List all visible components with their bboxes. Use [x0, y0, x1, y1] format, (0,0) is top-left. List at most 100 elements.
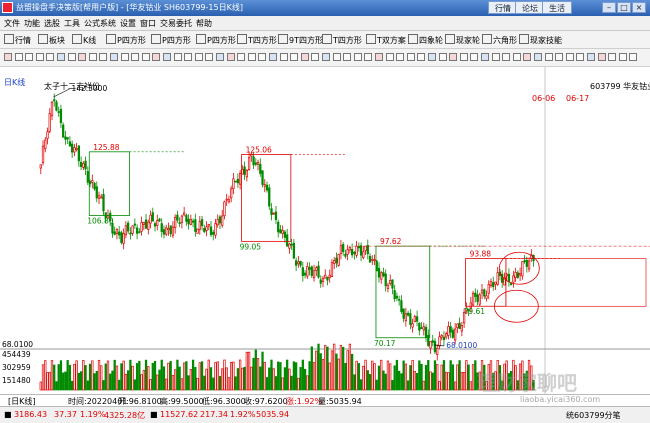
menu-formula[interactable]: 公式系统	[84, 18, 116, 29]
kline-chart[interactable]: 日K线 603799 华友钴业06-06 06-17太子十二吉祥份125.88106…	[0, 67, 650, 394]
tick-notice[interactable]: 统603799分笔	[566, 410, 621, 421]
drawing-tool-icon[interactable]	[14, 53, 23, 61]
drawing-tool-icon[interactable]	[46, 53, 55, 61]
drawing-tool-icon[interactable]	[353, 53, 362, 61]
drawing-tool-icon[interactable]	[491, 53, 500, 61]
drawing-tool-icon[interactable]	[364, 53, 373, 61]
drawing-tool-icon[interactable]	[534, 53, 542, 61]
toolbar-t4[interactable]: T双方案	[366, 34, 406, 46]
drawing-tool-icon[interactable]	[459, 53, 468, 61]
drawing-tool-icon[interactable]	[226, 53, 235, 61]
drawing-tool-icon[interactable]	[343, 53, 352, 61]
drawing-tool-icon[interactable]	[163, 53, 171, 61]
menu-file[interactable]: 文件	[4, 18, 20, 29]
toolbar-p1[interactable]: P四方形	[106, 34, 146, 46]
menu-help[interactable]: 帮助	[196, 18, 212, 29]
drawing-tool-icon[interactable]	[67, 53, 76, 61]
candle	[39, 164, 42, 169]
drawing-tool-icon[interactable]	[449, 53, 458, 61]
drawing-tool-icon[interactable]	[587, 53, 595, 61]
drawing-tool-icon[interactable]	[481, 53, 489, 61]
toolbar-w3[interactable]: 六角形	[482, 34, 517, 46]
drawing-tool-icon[interactable]	[417, 53, 426, 61]
drawing-tool-icon[interactable]	[618, 53, 627, 61]
drawing-tool-icon[interactable]	[576, 53, 585, 61]
drawing-tool-icon[interactable]	[608, 53, 617, 61]
sh-index[interactable]: 3186.43	[14, 410, 47, 419]
drawing-tool-icon[interactable]	[597, 53, 606, 61]
drawing-tool-icon[interactable]	[375, 53, 383, 61]
toolbar-w2[interactable]: 现家轮	[445, 34, 480, 46]
life-tab-button[interactable]: 生活	[542, 1, 572, 14]
toolbar-t3[interactable]: T四方形	[322, 34, 362, 46]
sz-index[interactable]: 11527.62	[160, 410, 198, 419]
drawing-tool-icon[interactable]	[470, 53, 479, 61]
menu-settings[interactable]: 设置	[120, 18, 136, 29]
drawing-tool-icon[interactable]	[141, 53, 150, 61]
drawing-tool-icon[interactable]	[565, 53, 574, 61]
minimize-icon[interactable]: –	[602, 2, 616, 13]
drawing-tool-icon[interactable]	[99, 53, 108, 61]
drawing-tool-icon[interactable]	[428, 53, 436, 61]
drawing-tool-icon[interactable]	[152, 53, 161, 61]
drawing-tool-icon[interactable]	[173, 53, 182, 61]
drawing-tool-icon[interactable]	[247, 53, 256, 61]
drawing-tool-icon[interactable]	[57, 53, 65, 61]
toolbar-t1[interactable]: T四方形	[237, 34, 277, 46]
drawing-tool-icon[interactable]	[322, 53, 330, 61]
volume-bar	[100, 365, 103, 391]
toolbar-sector[interactable]: 板块	[38, 34, 65, 46]
menu-tools[interactable]: 工具	[64, 18, 80, 29]
menu-stock-select[interactable]: 选股	[44, 18, 60, 29]
drawing-tool-icon[interactable]	[406, 53, 415, 61]
drawing-tool-icon[interactable]	[184, 53, 193, 61]
drawing-tool-icon[interactable]	[78, 53, 87, 61]
drawing-tool-icon[interactable]	[35, 53, 44, 61]
drawing-tool-icon[interactable]	[258, 53, 267, 61]
drawing-tool-icon[interactable]	[385, 53, 394, 61]
toolbar-p2[interactable]: P四方形	[151, 34, 191, 46]
maximize-icon[interactable]: □	[617, 2, 631, 13]
toolbar-w1[interactable]: 四象轮	[408, 34, 443, 46]
drawing-tool-icon[interactable]	[194, 53, 203, 61]
drawing-tool-icon[interactable]	[110, 53, 118, 61]
menu-window[interactable]: 窗口	[140, 18, 156, 29]
drawing-tool-icon[interactable]	[512, 53, 521, 61]
drawing-tool-icon[interactable]	[120, 53, 129, 61]
drawing-tool-icon[interactable]	[269, 53, 277, 61]
toolbar-t2[interactable]: 9T四方形	[278, 34, 323, 46]
drawing-tool-icon[interactable]	[502, 53, 511, 61]
drawing-tool-icon[interactable]	[216, 53, 224, 61]
drawing-tool-icon[interactable]	[290, 53, 299, 61]
drawing-tool-icon[interactable]	[629, 53, 638, 61]
drawing-tool-icon[interactable]	[332, 53, 341, 61]
drawing-tool-icon[interactable]	[279, 53, 288, 61]
candle	[288, 243, 291, 249]
drawing-tool-icon[interactable]	[237, 53, 246, 61]
volume-bar	[424, 364, 428, 391]
drawing-tool-icon[interactable]	[205, 53, 214, 61]
close-icon[interactable]: ×	[632, 2, 646, 13]
drawing-tool-icon[interactable]	[25, 53, 34, 61]
drawing-tool-icon[interactable]	[311, 53, 320, 61]
drawing-tool-icon[interactable]	[438, 53, 447, 61]
volume-bar	[151, 362, 154, 391]
menu-trade[interactable]: 交易委托	[160, 18, 192, 29]
menu-function[interactable]: 功能	[24, 18, 40, 29]
drawing-tool-icon[interactable]	[88, 53, 97, 61]
forum-tab-button[interactable]: 论坛	[515, 1, 545, 14]
toolbar-kline[interactable]: K线	[72, 34, 96, 46]
toolbar-p3[interactable]: P四方形	[196, 34, 236, 46]
drawing-tool-icon[interactable]	[131, 53, 140, 61]
candle	[77, 145, 80, 162]
volume-bar	[187, 375, 190, 391]
drawing-tool-icon[interactable]	[523, 53, 532, 61]
drawing-tool-icon[interactable]	[300, 53, 309, 61]
drawing-tool-icon[interactable]	[396, 53, 405, 61]
toolbar-quote[interactable]: 行情	[4, 34, 31, 46]
market-tab-button[interactable]: 行情	[488, 1, 518, 14]
drawing-tool-icon[interactable]	[555, 53, 564, 61]
toolbar-w4[interactable]: 现家技能	[519, 34, 562, 46]
drawing-tool-icon[interactable]	[544, 53, 553, 61]
drawing-tool-icon[interactable]	[4, 53, 12, 61]
